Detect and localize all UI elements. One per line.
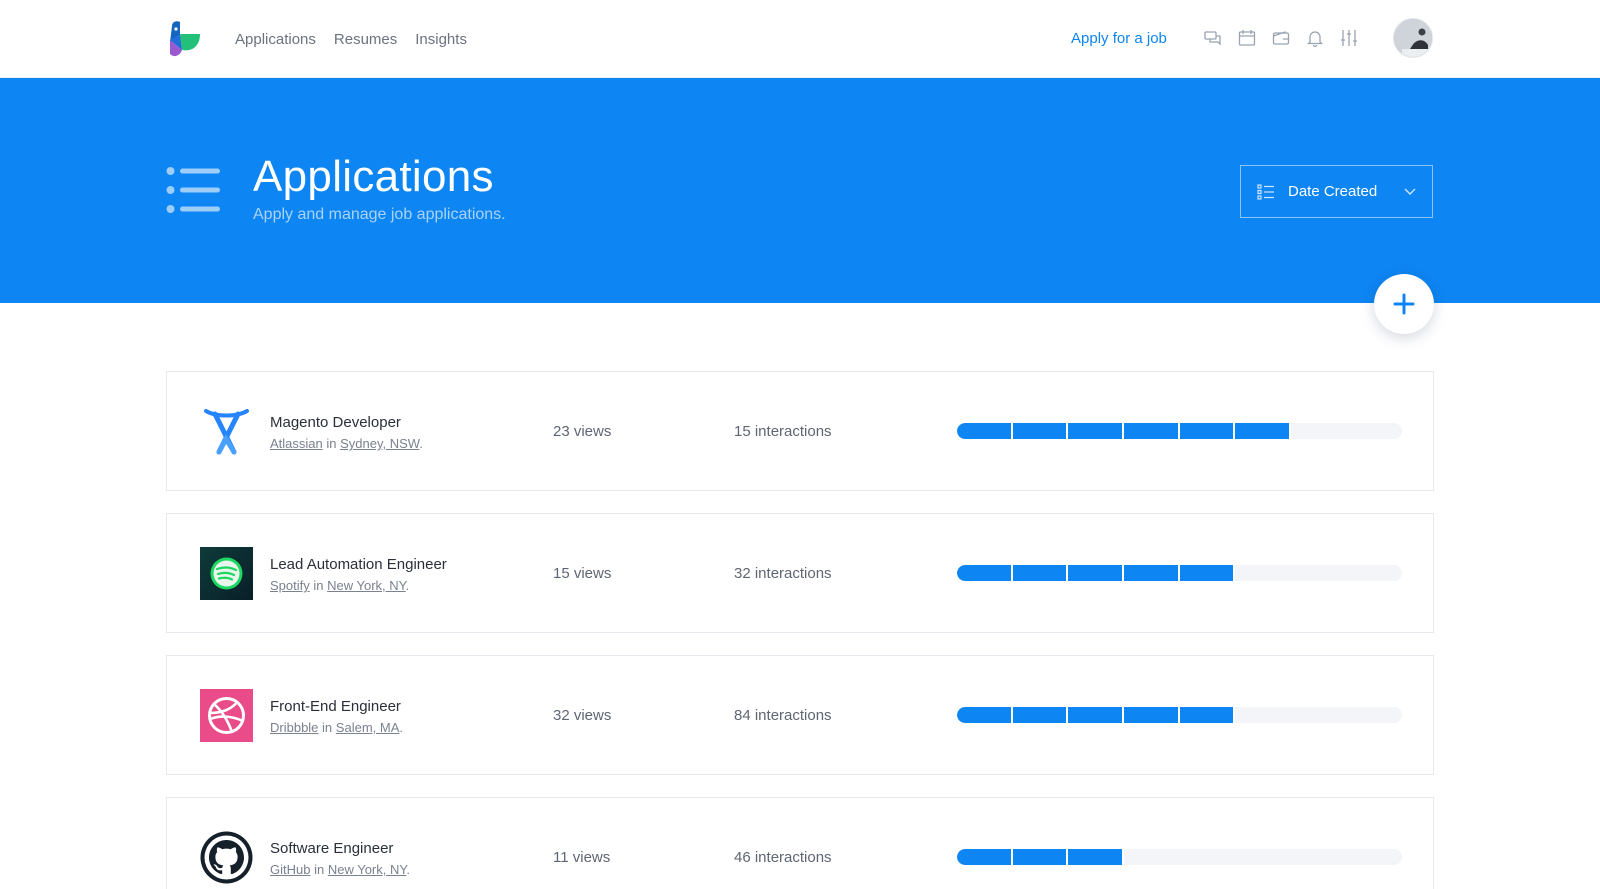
page-subtitle: Apply and manage job applications. bbox=[253, 206, 506, 223]
progress-segment bbox=[1179, 707, 1236, 723]
progress-segment bbox=[1012, 565, 1069, 581]
location-link[interactable]: Salem, MA bbox=[336, 720, 400, 735]
github-logo bbox=[200, 831, 253, 884]
progress-segment bbox=[1068, 565, 1124, 581]
progress-segment bbox=[1012, 849, 1069, 865]
atlassian-logo bbox=[204, 409, 249, 455]
progress-segment bbox=[957, 707, 1013, 723]
progress-segment bbox=[1012, 423, 1069, 439]
plus-icon bbox=[1393, 293, 1415, 315]
application-row[interactable]: Front-End Engineer Dribbble in Salem, MA… bbox=[166, 655, 1434, 775]
list-icon bbox=[166, 167, 220, 213]
dribbble-logo bbox=[200, 689, 253, 742]
interactions-count: 84 interactions bbox=[734, 707, 832, 724]
application-row[interactable]: Software Engineer GitHub in New York, NY… bbox=[166, 797, 1434, 889]
meta-in-text: in bbox=[313, 578, 324, 593]
company-link[interactable]: Dribbble bbox=[270, 720, 318, 735]
location-link[interactable]: New York, NY bbox=[328, 862, 407, 877]
user-avatar[interactable] bbox=[1393, 18, 1433, 58]
job-meta: GitHub in New York, NY. bbox=[270, 862, 410, 877]
spotify-logo bbox=[200, 547, 253, 600]
job-title: Software Engineer bbox=[270, 840, 394, 857]
add-application-button[interactable] bbox=[1374, 274, 1434, 334]
page-header: Applications Apply and manage job applic… bbox=[0, 78, 1600, 303]
progress-segment bbox=[1123, 423, 1180, 439]
progress-bar bbox=[957, 707, 1402, 723]
views-count: 11 views bbox=[553, 849, 611, 866]
chevron-down-icon bbox=[1404, 188, 1416, 195]
progress-segment bbox=[1179, 423, 1236, 439]
meta-in-text: in bbox=[326, 436, 337, 451]
job-title: Lead Automation Engineer bbox=[270, 556, 447, 573]
application-row[interactable]: Lead Automation Engineer Spotify in New … bbox=[166, 513, 1434, 633]
progress-segment bbox=[1179, 565, 1236, 581]
nav-link-insights[interactable]: Insights bbox=[415, 31, 467, 48]
calendar-icon[interactable] bbox=[1237, 28, 1257, 48]
progress-segment bbox=[1123, 565, 1180, 581]
location-link[interactable]: New York, NY bbox=[327, 578, 406, 593]
page-title: Applications bbox=[253, 152, 494, 201]
progress-bar bbox=[957, 849, 1402, 865]
progress-segment bbox=[1123, 707, 1180, 723]
job-title: Magento Developer bbox=[270, 414, 401, 431]
job-meta: Atlassian in Sydney, NSW. bbox=[270, 436, 423, 451]
progress-segment bbox=[1235, 423, 1291, 439]
header-icon-group bbox=[1203, 28, 1359, 48]
progress-bar bbox=[957, 565, 1402, 581]
sliders-icon[interactable] bbox=[1339, 28, 1359, 48]
views-count: 32 views bbox=[553, 707, 612, 724]
sort-label: Date Created bbox=[1288, 183, 1378, 200]
company-link[interactable]: Atlassian bbox=[270, 436, 323, 451]
progress-segment bbox=[1012, 707, 1069, 723]
progress-bar bbox=[957, 423, 1402, 439]
main-nav: Applications Resumes Insights bbox=[235, 0, 467, 78]
bell-icon[interactable] bbox=[1305, 28, 1325, 48]
progress-segment bbox=[957, 565, 1013, 581]
meta-in-text: in bbox=[322, 720, 333, 735]
sort-dropdown[interactable]: Date Created bbox=[1240, 165, 1433, 218]
views-count: 15 views bbox=[553, 565, 612, 582]
chat-icon[interactable] bbox=[1203, 28, 1223, 48]
sort-list-icon bbox=[1257, 183, 1274, 200]
job-title: Front-End Engineer bbox=[270, 698, 401, 715]
location-link[interactable]: Sydney, NSW bbox=[340, 436, 419, 451]
application-row[interactable]: Magento Developer Atlassian in Sydney, N… bbox=[166, 371, 1434, 491]
company-link[interactable]: Spotify bbox=[270, 578, 310, 593]
progress-segment bbox=[1068, 423, 1124, 439]
progress-segment bbox=[957, 423, 1013, 439]
nav-link-resumes[interactable]: Resumes bbox=[334, 31, 397, 48]
progress-segment bbox=[957, 849, 1013, 865]
job-meta: Spotify in New York, NY. bbox=[270, 578, 410, 593]
company-link[interactable]: GitHub bbox=[270, 862, 310, 877]
nav-link-applications[interactable]: Applications bbox=[235, 31, 316, 48]
meta-in-text: in bbox=[314, 862, 325, 877]
progress-segment bbox=[1068, 849, 1124, 865]
job-meta: Dribbble in Salem, MA. bbox=[270, 720, 403, 735]
interactions-count: 32 interactions bbox=[734, 565, 832, 582]
top-navbar: Applications Resumes Insights Apply for … bbox=[0, 0, 1600, 78]
progress-segment bbox=[1068, 707, 1124, 723]
interactions-count: 15 interactions bbox=[734, 423, 832, 440]
wallet-icon[interactable] bbox=[1271, 28, 1291, 48]
apply-for-job-link[interactable]: Apply for a job bbox=[1071, 30, 1167, 47]
views-count: 23 views bbox=[553, 423, 612, 440]
interactions-count: 46 interactions bbox=[734, 849, 832, 866]
brand-logo[interactable] bbox=[166, 20, 202, 58]
